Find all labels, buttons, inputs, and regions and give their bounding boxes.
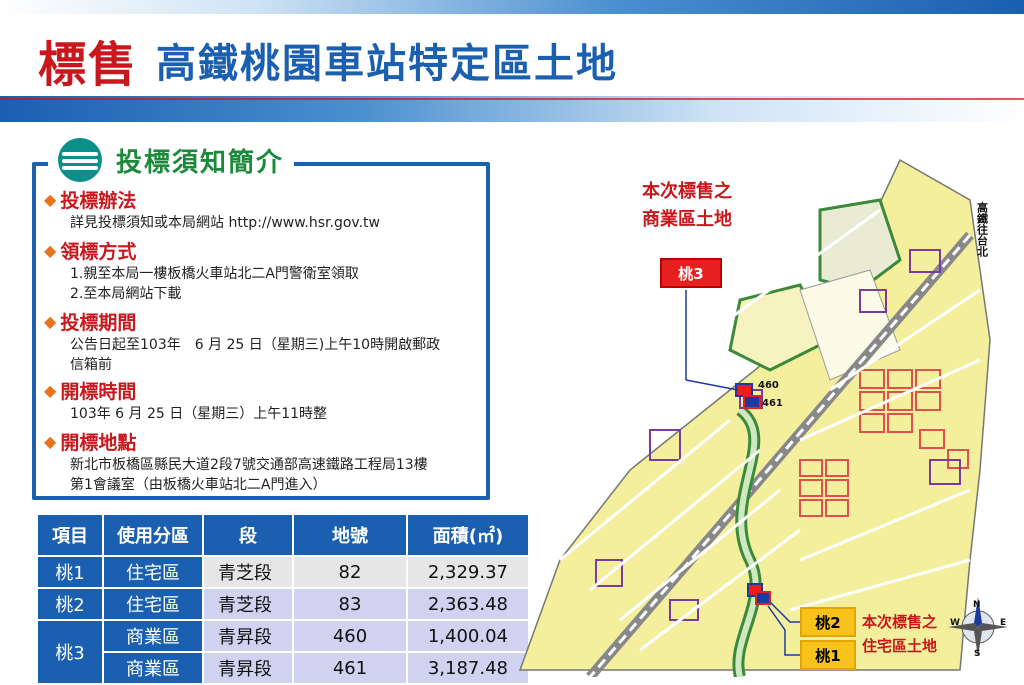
tag-tao1: 桃1: [800, 640, 856, 670]
tag-tao3: 桃3: [660, 258, 722, 288]
title-main: 標售: [38, 37, 139, 93]
notice-section-method: ◆ 投標辦法 詳見投標須知或本局網站 http://www.hsr.gov.tw: [44, 186, 380, 233]
section-title: 開標地點: [60, 432, 137, 454]
section-title: 投標期間: [60, 312, 137, 334]
svg-text:W: W: [950, 618, 960, 628]
notice-section-period: ◆ 投標期間 公告日起至103年 6 月 25 日（星期三)上午10時開啟郵政 信…: [44, 308, 440, 375]
cell-zone: 商業區: [102, 651, 204, 685]
notice-panel-header: 投標須知簡介: [48, 138, 295, 182]
sale-lot-83: [755, 591, 771, 605]
diamond-bullet-icon: ◆: [44, 381, 57, 400]
table-row: 桃2 住宅區 青芝段 83 2,363.48: [36, 587, 530, 621]
lot-461-label: 461: [762, 398, 783, 409]
compass-rose-icon: N W E S: [948, 597, 1008, 659]
callout-line: 本次標售之: [642, 181, 732, 202]
table-row: 桃1 住宅區 青芝段 82 2,329.37: [36, 555, 530, 589]
callout-line: 本次標售之: [862, 613, 938, 631]
tag-tao2: 桃2: [800, 607, 856, 637]
callout-line: 住宅區土地: [862, 637, 938, 655]
diamond-bullet-icon: ◆: [44, 432, 57, 451]
svg-text:S: S: [974, 649, 980, 659]
cell-section: 青芝段: [202, 555, 294, 589]
commercial-sale-callout: 本次標售之 商業區土地: [626, 178, 748, 234]
cell-zone: 住宅區: [102, 555, 204, 589]
section-title: 開標時間: [60, 381, 137, 403]
cell-lot: 460: [292, 619, 408, 653]
table-row: 桃3 商業區 青昇段 460 1,400.04: [36, 619, 530, 685]
page-title: 標售 高鐵桃園車站特定區土地: [38, 28, 619, 93]
section-line: 詳見投標須知或本局網站 http://www.hsr.gov.tw: [70, 215, 380, 231]
sale-lot-460: [735, 383, 753, 397]
callout-leader: [685, 379, 739, 391]
agency-logo-icon: [58, 138, 102, 182]
cell-lot: 83: [292, 587, 408, 621]
notice-section-opening-place: ◆ 開標地點 新北市板橋區縣民大道2段7號交通部高速鐵路工程局13樓 第1會議室（…: [44, 428, 428, 495]
header-item: 項目: [36, 513, 104, 557]
table-header-row: 項目 使用分區 段 地號 面積(㎡): [36, 513, 530, 557]
diamond-bullet-icon: ◆: [44, 312, 57, 331]
section-title: 領標方式: [60, 241, 137, 263]
section-line: 2.至本局網站下載: [70, 286, 182, 302]
cell-item: 桃3: [36, 619, 104, 685]
sale-lot-461: [743, 395, 761, 409]
cell-lot: 82: [292, 555, 408, 589]
cell-section: 青昇段: [202, 619, 294, 653]
zoning-map: 460 461 高鐵往台北: [518, 158, 991, 677]
table-row: 商業區 青昇段 461 3,187.48: [37, 651, 530, 685]
header-zone: 使用分區: [102, 513, 204, 557]
cell-section: 青昇段: [202, 651, 294, 685]
notice-section-opening-time: ◆ 開標時間 103年 6 月 25 日（星期三）上午11時整: [44, 377, 327, 424]
section-line: 1.親至本局一樓板橋火車站北二A門警衛室領取: [70, 266, 359, 282]
header-section: 段: [202, 513, 294, 557]
cell-zone: 商業區: [102, 619, 204, 653]
section-line: 公告日起至103年 6 月 25 日（星期三)上午10時開啟郵政: [70, 337, 441, 353]
svg-text:E: E: [1000, 618, 1006, 628]
cell-lot: 461: [292, 651, 408, 685]
diamond-bullet-icon: ◆: [44, 241, 57, 260]
top-gradient-bar: [0, 0, 1024, 14]
callout-line: 商業區土地: [642, 209, 732, 230]
notice-heading: 投標須知簡介: [116, 147, 285, 178]
lots-table: 項目 使用分區 段 地號 面積(㎡) 桃1 住宅區 青芝段 82 2,329.3…: [36, 513, 530, 685]
section-line: 新北市板橋區縣民大道2段7號交通部高速鐵路工程局13樓: [70, 457, 428, 473]
title-sub: 高鐵桃園車站特定區土地: [156, 41, 619, 87]
svg-text:N: N: [973, 600, 981, 610]
title-divider-line: [0, 98, 1024, 100]
residential-sale-callout: 本次標售之 住宅區土地: [862, 610, 937, 658]
cell-section: 青芝段: [202, 587, 294, 621]
section-line: 103年 6 月 25 日（星期三）上午11時整: [70, 406, 328, 422]
notice-section-pickup: ◆ 領標方式 1.親至本局一樓板橋火車站北二A門警衛室領取 2.至本局網站下載: [44, 237, 359, 304]
section-line: 信箱前: [70, 357, 112, 373]
lot-460-label: 460: [758, 380, 779, 391]
diamond-bullet-icon: ◆: [44, 190, 57, 209]
section-line: 第1會議室（由板橋火車站北二A門進入）: [70, 477, 327, 493]
hsr-direction-label: 高鐵往台北: [976, 201, 989, 258]
section-title: 投標辦法: [60, 190, 137, 212]
cell-zone: 住宅區: [102, 587, 204, 621]
header-lot: 地號: [292, 513, 408, 557]
cell-item: 桃1: [36, 555, 104, 589]
cell-item: 桃2: [36, 587, 104, 621]
